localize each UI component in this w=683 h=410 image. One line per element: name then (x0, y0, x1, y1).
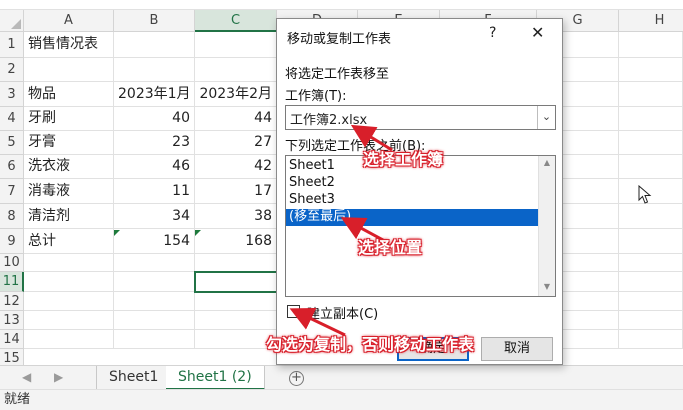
annotation-check-copy: 勾选为复制，否则移动工作表 (266, 335, 475, 354)
annotation-choose-workbook: 选择工作簿 (363, 150, 444, 169)
annotation-choose-position: 选择位置 (358, 238, 423, 257)
mouse-pointer-icon (638, 185, 652, 204)
